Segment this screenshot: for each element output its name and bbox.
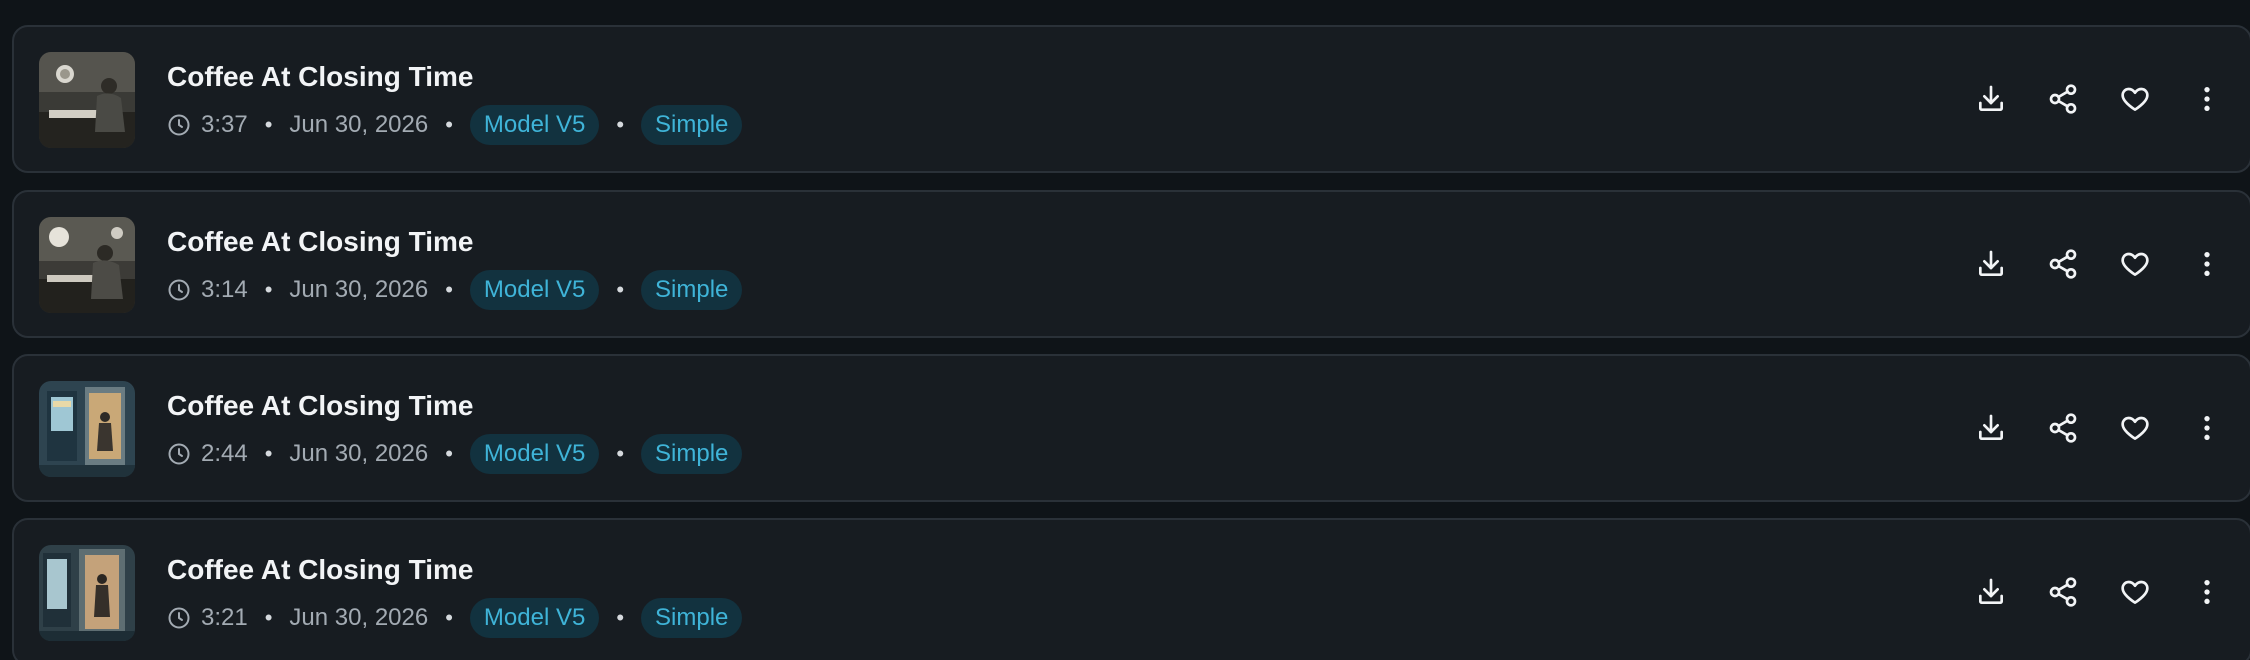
track-thumbnail[interactable] xyxy=(39,52,135,148)
model-badge[interactable]: Model V5 xyxy=(469,270,600,310)
track-meta: 3:37 • Jun 30, 2026 • Model V5 • Simple xyxy=(167,105,743,145)
track-meta: 2:44 • Jun 30, 2026 • Model V5 • Simple xyxy=(167,434,743,474)
separator: • xyxy=(616,277,625,302)
style-badge[interactable]: Simple xyxy=(641,105,743,145)
model-badge[interactable]: Model V5 xyxy=(469,105,600,145)
thumbnail-image xyxy=(39,217,135,313)
track-thumbnail[interactable] xyxy=(39,545,135,641)
download-button[interactable] xyxy=(1969,242,2013,286)
heart-icon xyxy=(2121,252,2149,276)
download-button[interactable] xyxy=(1969,77,2013,121)
track-title[interactable]: Coffee At Closing Time xyxy=(167,61,473,93)
clock-icon xyxy=(167,278,191,302)
style-badge[interactable]: Simple xyxy=(641,434,743,474)
heart-icon xyxy=(2121,87,2149,111)
download-icon xyxy=(1979,578,2003,604)
more-vertical-icon xyxy=(2204,252,2210,276)
download-icon xyxy=(1979,85,2003,111)
track-title[interactable]: Coffee At Closing Time xyxy=(167,554,473,586)
thumbnail-image xyxy=(39,52,135,148)
track-card[interactable]: Coffee At Closing Time 2:44 • Jun 30, 20… xyxy=(12,354,2250,502)
thumbnail-image xyxy=(39,545,135,641)
style-badge[interactable]: Simple xyxy=(641,598,743,638)
separator: • xyxy=(616,441,625,466)
model-badge[interactable]: Model V5 xyxy=(469,434,600,474)
more-vertical-icon xyxy=(2204,416,2210,440)
download-button[interactable] xyxy=(1969,570,2013,614)
track-card[interactable]: Coffee At Closing Time 3:37 • Jun 30, 20… xyxy=(12,25,2250,173)
model-badge[interactable]: Model V5 xyxy=(469,598,600,638)
track-actions xyxy=(1950,192,2250,336)
separator: • xyxy=(445,112,453,137)
track-actions xyxy=(1950,27,2250,171)
like-button[interactable] xyxy=(2113,242,2157,286)
track-thumbnail[interactable] xyxy=(39,381,135,477)
track-actions xyxy=(1950,356,2250,500)
separator: • xyxy=(616,112,625,137)
track-duration: 3:37 xyxy=(201,111,248,138)
separator: • xyxy=(264,277,273,302)
download-icon xyxy=(1979,250,2003,276)
track-date: Jun 30, 2026 xyxy=(289,111,429,138)
separator: • xyxy=(445,605,453,630)
more-button[interactable] xyxy=(2185,406,2229,450)
style-badge[interactable]: Simple xyxy=(641,270,743,310)
share-button[interactable] xyxy=(2041,242,2085,286)
separator: • xyxy=(445,441,453,466)
separator: • xyxy=(616,605,625,630)
more-button[interactable] xyxy=(2185,77,2229,121)
track-date: Jun 30, 2026 xyxy=(289,440,429,467)
separator: • xyxy=(445,277,453,302)
track-card[interactable]: Coffee At Closing Time 3:21 • Jun 30, 20… xyxy=(12,518,2250,660)
track-duration: 2:44 xyxy=(201,440,248,467)
download-button[interactable] xyxy=(1969,406,2013,450)
track-thumbnail[interactable] xyxy=(39,217,135,313)
clock-icon xyxy=(167,606,191,630)
track-date: Jun 30, 2026 xyxy=(289,276,429,303)
share-icon xyxy=(2049,249,2077,279)
heart-icon xyxy=(2121,580,2149,604)
track-title[interactable]: Coffee At Closing Time xyxy=(167,226,473,258)
more-vertical-icon xyxy=(2204,580,2210,604)
share-button[interactable] xyxy=(2041,406,2085,450)
share-button[interactable] xyxy=(2041,570,2085,614)
like-button[interactable] xyxy=(2113,570,2157,614)
share-icon xyxy=(2049,577,2077,607)
track-meta: 3:14 • Jun 30, 2026 • Model V5 • Simple xyxy=(167,270,743,310)
track-duration: 3:14 xyxy=(201,276,248,303)
like-button[interactable] xyxy=(2113,406,2157,450)
more-button[interactable] xyxy=(2185,570,2229,614)
separator: • xyxy=(264,112,273,137)
like-button[interactable] xyxy=(2113,77,2157,121)
thumbnail-image xyxy=(39,381,135,477)
track-title[interactable]: Coffee At Closing Time xyxy=(167,390,473,422)
track-card[interactable]: Coffee At Closing Time 3:14 • Jun 30, 20… xyxy=(12,190,2250,338)
more-button[interactable] xyxy=(2185,242,2229,286)
track-meta: 3:21 • Jun 30, 2026 • Model V5 • Simple xyxy=(167,598,743,638)
separator: • xyxy=(264,441,273,466)
download-icon xyxy=(1979,414,2003,440)
clock-icon xyxy=(167,442,191,466)
share-button[interactable] xyxy=(2041,77,2085,121)
heart-icon xyxy=(2121,416,2149,440)
track-date: Jun 30, 2026 xyxy=(289,604,429,631)
clock-icon xyxy=(167,113,191,137)
track-duration: 3:21 xyxy=(201,604,248,631)
track-actions xyxy=(1950,520,2250,660)
share-icon xyxy=(2049,413,2077,443)
separator: • xyxy=(264,605,273,630)
more-vertical-icon xyxy=(2204,87,2210,111)
share-icon xyxy=(2049,84,2077,114)
track-list: Coffee At Closing Time 3:37 • Jun 30, 20… xyxy=(0,0,2250,660)
